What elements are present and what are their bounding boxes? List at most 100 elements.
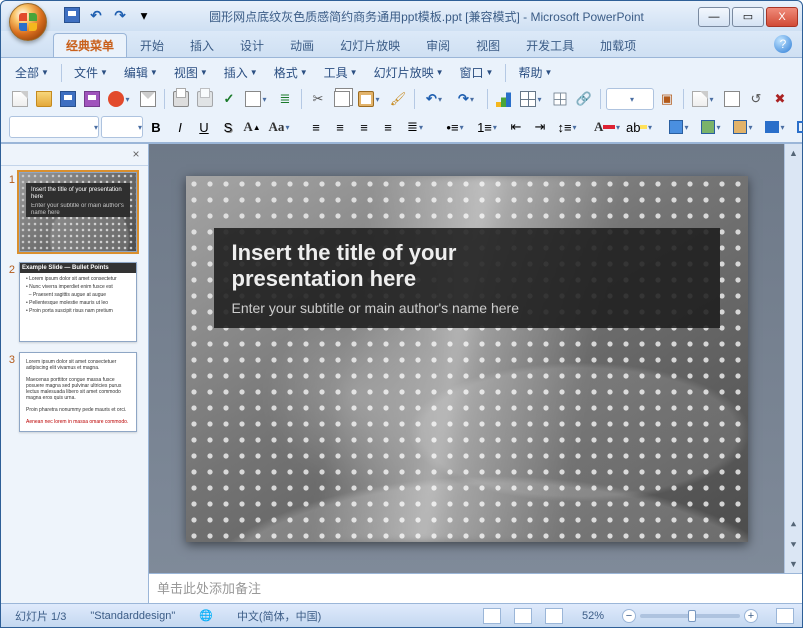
align-right-button[interactable]: ≡ — [353, 116, 375, 138]
highlight-button[interactable]: ab▾ — [625, 116, 655, 138]
hyperlink-button[interactable]: 🔗 — [573, 88, 595, 110]
save-button[interactable] — [57, 88, 79, 110]
menu-window[interactable]: 窗口▼ — [454, 63, 500, 83]
saveas-button[interactable] — [81, 88, 103, 110]
thumbnail-list[interactable]: 1 Insert the title of your presentation … — [1, 166, 148, 603]
quickstyle-button[interactable]: ▾ — [729, 116, 759, 138]
underline-button[interactable]: U — [193, 116, 215, 138]
vertical-scrollbar[interactable]: ▲ ⯅ ⯆ ▼ — [784, 144, 802, 573]
shadow-button[interactable]: S — [217, 116, 239, 138]
current-slide[interactable]: Insert the title of your presentation he… — [186, 176, 748, 542]
tab-design[interactable]: 设计 — [227, 33, 277, 57]
qat-customize-button[interactable]: ▾ — [133, 5, 155, 27]
paste-button[interactable]: ▾ — [355, 88, 385, 110]
tab-view[interactable]: 视图 — [463, 33, 513, 57]
chart-button[interactable] — [493, 88, 515, 110]
prev-slide-button[interactable]: ⯅ — [785, 515, 802, 535]
numbering-button[interactable]: 1≡▾ — [473, 116, 503, 138]
menu-insert[interactable]: 插入▼ — [218, 63, 264, 83]
menu-show[interactable]: 幻灯片放映▼ — [368, 63, 450, 83]
tab-dev[interactable]: 开发工具 — [513, 33, 587, 57]
slide-canvas[interactable]: Insert the title of your presentation he… — [149, 144, 784, 573]
shapes-button[interactable]: ▾ — [665, 116, 695, 138]
mail-button[interactable] — [137, 88, 159, 110]
maximize-button[interactable]: ▭ — [732, 7, 764, 27]
zoom-out-button[interactable]: − — [622, 609, 636, 623]
notes-pane[interactable]: 单击此处添加备注 — [149, 573, 802, 603]
linespacing-button[interactable]: ↕≡▾ — [553, 116, 583, 138]
zoom-in-button[interactable]: + — [744, 609, 758, 623]
qat-undo-button[interactable]: ↶ — [85, 5, 107, 27]
menu-all[interactable]: 全部▼ — [9, 63, 55, 83]
print-button[interactable] — [170, 88, 192, 110]
redo-button[interactable]: ↷▾ — [452, 88, 482, 110]
columns-button[interactable]: ≣▾ — [401, 116, 431, 138]
tab-classic-menu[interactable]: 经典菜单 — [53, 33, 127, 57]
spell-button[interactable]: ✓ — [218, 88, 240, 110]
menu-edit[interactable]: 编辑▼ — [118, 63, 164, 83]
undo-button[interactable]: ↶▾ — [420, 88, 450, 110]
tab-addins[interactable]: 加载项 — [587, 33, 649, 57]
preview-button[interactable] — [194, 88, 216, 110]
align-center-button[interactable]: ≡ — [329, 116, 351, 138]
menu-help[interactable]: 帮助▼ — [512, 63, 558, 83]
view-normal-button[interactable] — [483, 608, 501, 624]
delete-button[interactable]: ✖ — [769, 88, 791, 110]
thumb-1[interactable]: Insert the title of your presentation he… — [19, 172, 137, 252]
open-button[interactable] — [33, 88, 55, 110]
thesaurus-button[interactable]: ≣ — [274, 88, 296, 110]
italic-button[interactable]: I — [169, 116, 191, 138]
research-button[interactable]: ▾ — [242, 88, 272, 110]
permission-button[interactable]: ▾ — [105, 88, 135, 110]
view-sorter-button[interactable] — [514, 608, 532, 624]
view-show-button[interactable] — [545, 608, 563, 624]
table-button[interactable]: ▾ — [517, 88, 547, 110]
shapefill-button[interactable]: ▾ — [761, 116, 791, 138]
tab-review[interactable]: 审阅 — [413, 33, 463, 57]
zoom-slider[interactable] — [640, 614, 740, 618]
title-placeholder[interactable]: Insert the title of your presentation he… — [214, 228, 720, 328]
qat-redo-button[interactable]: ↷ — [109, 5, 131, 27]
office-button[interactable] — [9, 1, 49, 31]
thumb-3[interactable]: Lorem ipsum dolor sit amet consectetuer … — [19, 352, 137, 432]
thumb-2[interactable]: Example Slide — Bullet Points • Lorem ip… — [19, 262, 137, 342]
panel-close-icon[interactable]: × — [128, 147, 144, 163]
arrange-button[interactable]: ▾ — [697, 116, 727, 138]
next-slide-button[interactable]: ⯆ — [785, 535, 802, 555]
qat-save-button[interactable] — [61, 5, 83, 27]
show-button[interactable]: ▣ — [656, 88, 678, 110]
help-icon[interactable]: ? — [774, 35, 792, 53]
fit-to-window-button[interactable] — [776, 608, 794, 624]
layout-button[interactable] — [721, 88, 743, 110]
scroll-up-icon[interactable]: ▲ — [785, 144, 802, 162]
zoom-combo[interactable]: ▾ — [606, 88, 654, 110]
font-combo[interactable]: ▾ — [9, 116, 99, 138]
shapeoutline-button[interactable]: ▾ — [793, 116, 803, 138]
menu-tools[interactable]: 工具▼ — [318, 63, 364, 83]
align-left-button[interactable]: ≡ — [305, 116, 327, 138]
bold-button[interactable]: B — [145, 116, 167, 138]
minimize-button[interactable]: — — [698, 7, 730, 27]
new-button[interactable] — [9, 88, 31, 110]
tab-home[interactable]: 开始 — [127, 33, 177, 57]
bullets-button[interactable]: •≡▾ — [441, 116, 471, 138]
menu-view[interactable]: 视图▼ — [168, 63, 214, 83]
scroll-down-icon[interactable]: ▼ — [785, 555, 802, 573]
menu-file[interactable]: 文件▼ — [68, 63, 114, 83]
copy-button[interactable] — [331, 88, 353, 110]
cut-button[interactable]: ✂ — [307, 88, 329, 110]
close-button[interactable]: X — [766, 7, 798, 27]
tableinsert-button[interactable] — [549, 88, 571, 110]
newslide-button[interactable]: ▾ — [689, 88, 719, 110]
fontcolor-button[interactable]: A▾ — [593, 116, 623, 138]
reset-button[interactable]: ↺ — [745, 88, 767, 110]
tab-show[interactable]: 幻灯片放映 — [327, 33, 413, 57]
grow-button[interactable]: A▲ — [241, 116, 263, 138]
tab-insert[interactable]: 插入 — [177, 33, 227, 57]
indent-inc-button[interactable]: ⇥ — [529, 116, 551, 138]
tab-anim[interactable]: 动画 — [277, 33, 327, 57]
changecase-button[interactable]: Aa▾ — [265, 116, 295, 138]
format-painter-button[interactable]: 🖌 — [387, 88, 409, 110]
menu-format[interactable]: 格式▼ — [268, 63, 314, 83]
indent-dec-button[interactable]: ⇤ — [505, 116, 527, 138]
